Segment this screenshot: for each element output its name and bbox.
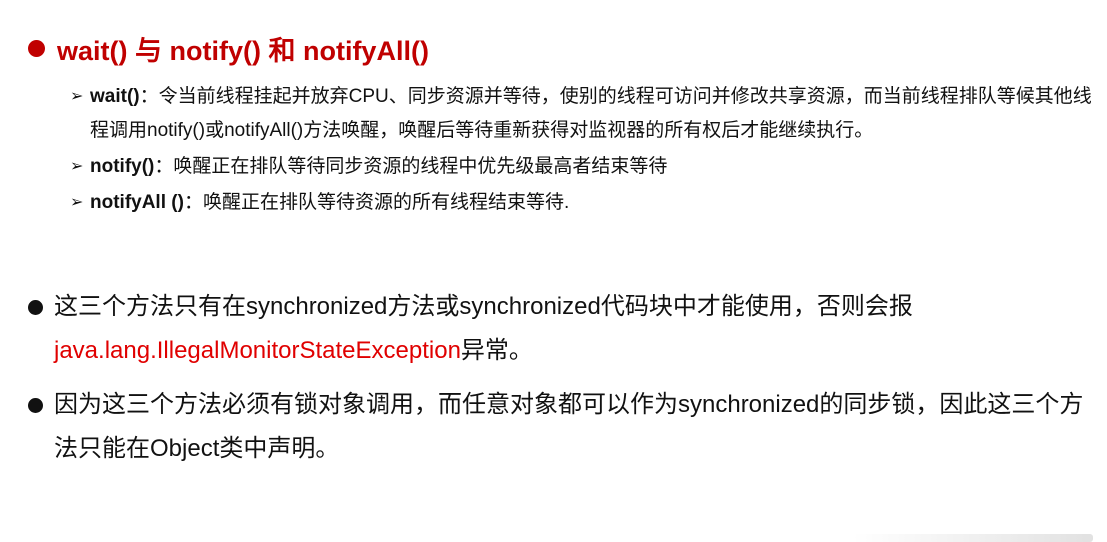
note-item-synchronized: 这三个方法只有在synchronized方法或synchronized代码块中才… bbox=[28, 285, 1093, 373]
bullet-wrap bbox=[28, 285, 48, 329]
slide-title: wait() 与 notify() 和 notifyAll() bbox=[57, 35, 429, 66]
method-separator: ： bbox=[183, 192, 203, 213]
method-separator: ： bbox=[154, 156, 174, 177]
note-text-before: 这三个方法只有在synchronized方法或synchronized代码块中才… bbox=[54, 293, 913, 320]
note-item-object: 因为这三个方法必须有锁对象调用，而任意对象都可以作为synchronized的同… bbox=[28, 383, 1093, 471]
method-description: notify()：唤醒正在排队等待同步资源的线程中优先级最高者结束等待 bbox=[90, 150, 1095, 184]
slide: wait() 与 notify() 和 notifyAll() ➢ wait()… bbox=[0, 0, 1107, 542]
bullet-wrap bbox=[28, 383, 48, 427]
note-text-after: 异常。 bbox=[460, 337, 533, 364]
method-text: 唤醒正在排队等待资源的所有线程结束等待. bbox=[202, 192, 570, 213]
arrow-bullet-icon: ➢ bbox=[70, 158, 84, 175]
notes-list: 这三个方法只有在synchronized方法或synchronized代码块中才… bbox=[28, 285, 1093, 471]
exception-name: java.lang.IllegalMonitorStateException bbox=[54, 337, 461, 364]
method-list: ➢ wait()：令当前线程挂起并放弃CPU、同步资源并等待，使别的线程可访问并… bbox=[70, 80, 1095, 220]
method-item-notify: ➢ notify()：唤醒正在排队等待同步资源的线程中优先级最高者结束等待 bbox=[70, 150, 1095, 184]
method-separator: ： bbox=[139, 86, 159, 107]
watermark-fragment bbox=[853, 534, 1093, 542]
note-text: 这三个方法只有在synchronized方法或synchronized代码块中才… bbox=[54, 285, 1093, 373]
method-term: wait() bbox=[90, 86, 140, 107]
bullet-icon bbox=[28, 299, 43, 315]
method-term: notifyAll () bbox=[90, 192, 184, 213]
bullet-icon bbox=[28, 397, 43, 413]
method-text: 令当前线程挂起并放弃CPU、同步资源并等待，使别的线程可访问并修改共享资源，而当… bbox=[90, 86, 1092, 141]
arrow-bullet-icon: ➢ bbox=[70, 88, 84, 105]
method-term: notify() bbox=[90, 156, 155, 177]
arrow-bullet-icon: ➢ bbox=[70, 194, 84, 211]
method-text: 唤醒正在排队等待同步资源的线程中优先级最高者结束等待 bbox=[173, 156, 668, 177]
method-description: notifyAll ()：唤醒正在排队等待资源的所有线程结束等待. bbox=[90, 186, 1095, 220]
method-item-notifyall: ➢ notifyAll ()：唤醒正在排队等待资源的所有线程结束等待. bbox=[70, 186, 1095, 220]
method-item-wait: ➢ wait()：令当前线程挂起并放弃CPU、同步资源并等待，使别的线程可访问并… bbox=[70, 80, 1095, 148]
method-description: wait()：令当前线程挂起并放弃CPU、同步资源并等待，使别的线程可访问并修改… bbox=[90, 80, 1095, 148]
note-text: 因为这三个方法必须有锁对象调用，而任意对象都可以作为synchronized的同… bbox=[54, 391, 1084, 462]
title-row: wait() 与 notify() 和 notifyAll() bbox=[28, 26, 429, 70]
title-bullet-icon bbox=[28, 39, 45, 57]
